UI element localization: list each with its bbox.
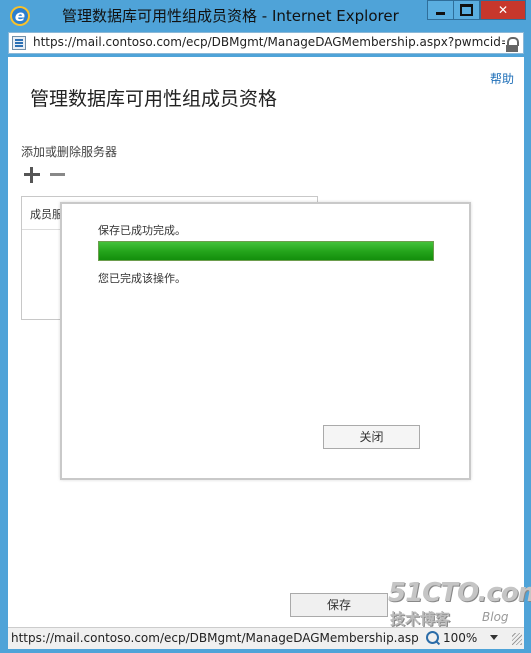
minimize-button[interactable]	[427, 0, 454, 20]
page-icon	[12, 36, 26, 50]
address-bar[interactable]: https://mail.contoso.com/ecp/DBMgmt/Mana…	[8, 32, 524, 54]
close-icon: ✕	[497, 3, 509, 17]
section-label: 添加或删除服务器	[21, 145, 118, 159]
column-header-members[interactable]: 成员服	[30, 206, 63, 222]
resize-grip[interactable]	[512, 633, 522, 645]
maximize-icon	[460, 4, 473, 16]
watermark: 51CTO.com 技术博客 Blog	[388, 578, 531, 633]
browser-window: e 管理数据库可用性组成员资格 - Internet Explorer ✕ ht…	[0, 0, 531, 653]
status-url: https://mail.contoso.com/ecp/DBMgmt/Mana…	[11, 631, 419, 645]
internet-explorer-icon: e	[10, 6, 30, 26]
help-link[interactable]: 帮助	[490, 70, 514, 87]
remove-icon[interactable]	[50, 173, 65, 176]
chevron-down-icon[interactable]	[490, 635, 498, 640]
progress-dialog: 保存已成功完成。 您已完成该操作。 关闭	[60, 202, 471, 480]
dialog-close-button[interactable]: 关闭	[323, 425, 420, 449]
progress-fill	[99, 242, 433, 260]
dialog-status-text: 保存已成功完成。	[98, 224, 186, 237]
progress-bar	[98, 241, 434, 261]
watermark-subtext: 技术博客	[390, 610, 451, 628]
watermark-text: 51CTO.com	[388, 578, 531, 608]
maximize-button[interactable]	[453, 0, 480, 20]
minimize-icon	[436, 11, 445, 15]
title-bar[interactable]: e 管理数据库可用性组成员资格 - Internet Explorer ✕	[0, 0, 531, 30]
page-title: 管理数据库可用性组成员资格	[30, 88, 278, 110]
zoom-level[interactable]: 100%	[443, 631, 477, 645]
lock-icon[interactable]	[506, 37, 519, 52]
save-button[interactable]: 保存	[290, 593, 388, 617]
close-window-button[interactable]: ✕	[480, 0, 526, 20]
add-icon[interactable]	[24, 167, 40, 183]
address-url[interactable]: https://mail.contoso.com/ecp/DBMgmt/Mana…	[33, 35, 505, 49]
window-title: 管理数据库可用性组成员资格 - Internet Explorer	[62, 7, 399, 25]
dialog-message: 您已完成该操作。	[98, 272, 186, 285]
watermark-blog: Blog	[482, 610, 509, 624]
